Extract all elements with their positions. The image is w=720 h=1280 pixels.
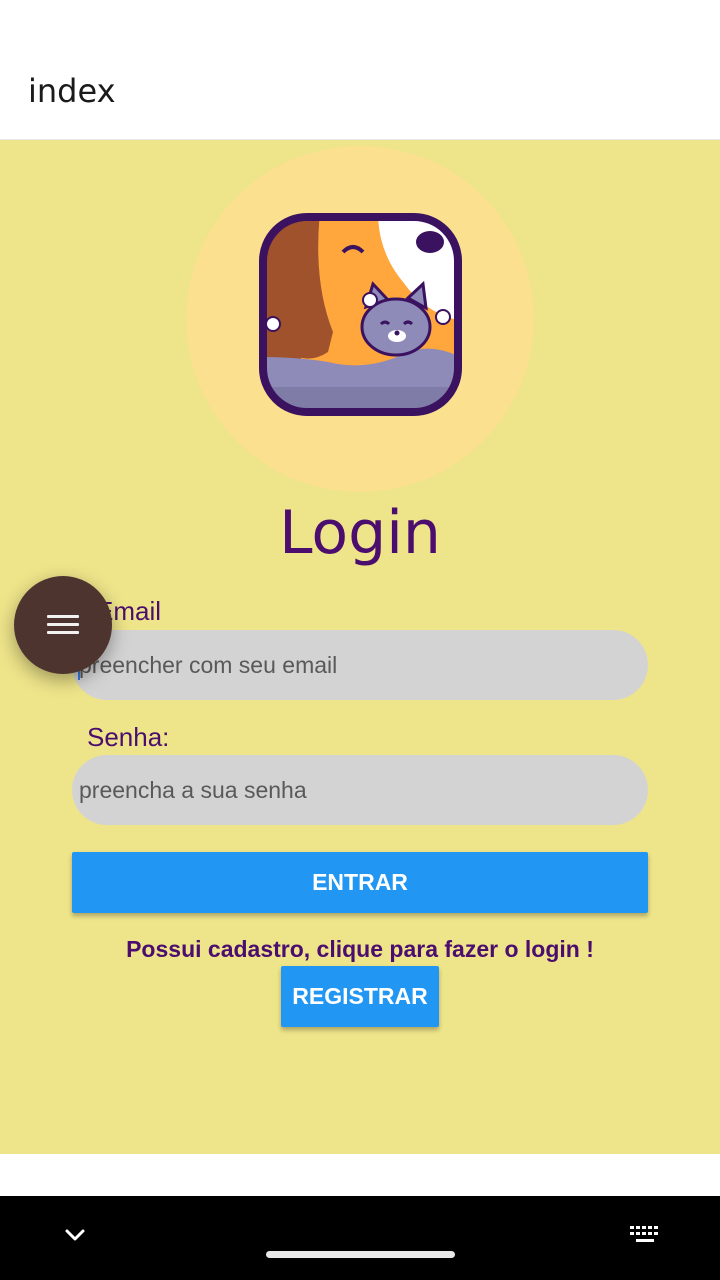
pet-logo-icon — [259, 213, 462, 416]
app-bar: index — [0, 0, 720, 140]
password-field[interactable] — [72, 755, 648, 825]
app-title: index — [28, 72, 116, 110]
enter-button[interactable]: ENTRAR — [72, 852, 648, 913]
login-title: Login — [279, 498, 441, 568]
menu-fab-button[interactable] — [14, 576, 112, 674]
home-gesture-handle[interactable] — [266, 1251, 455, 1258]
system-nav-bar — [0, 1196, 720, 1280]
register-button[interactable]: REGISTRAR — [281, 966, 439, 1027]
register-hint: Possui cadastro, clique para fazer o log… — [126, 936, 594, 962]
email-field[interactable] — [72, 630, 648, 700]
keyboard-icon[interactable] — [628, 1224, 662, 1246]
password-label: Senha: — [87, 722, 170, 752]
chevron-down-icon[interactable] — [62, 1222, 88, 1248]
